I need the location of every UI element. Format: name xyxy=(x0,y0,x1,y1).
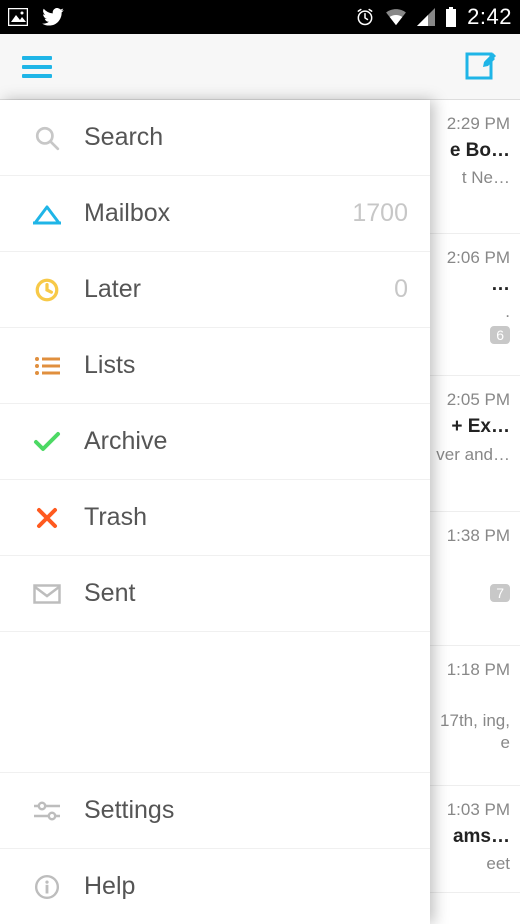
sidebar-item-mailbox[interactable]: Mailbox 1700 xyxy=(0,176,430,252)
email-row: 1:38 PM 7 xyxy=(430,512,520,646)
sidebar-item-trash[interactable]: Trash xyxy=(0,480,430,556)
email-title: + Ex… xyxy=(434,416,510,438)
sidebar-item-later[interactable]: Later 0 xyxy=(0,252,430,328)
email-count-badge: 6 xyxy=(490,326,510,344)
info-icon xyxy=(32,874,62,900)
email-snippet: 17th, ing, e xyxy=(434,710,510,754)
wifi-icon xyxy=(385,8,407,26)
mailbox-icon xyxy=(32,203,62,225)
sidebar-item-settings[interactable]: Settings xyxy=(0,772,430,848)
status-left-icons xyxy=(8,8,64,26)
email-title: ams… xyxy=(434,826,510,848)
sidebar-item-label: Settings xyxy=(84,796,408,825)
email-time: 1:03 PM xyxy=(434,800,510,820)
email-time: 1:18 PM xyxy=(434,660,510,680)
compose-button[interactable] xyxy=(464,47,498,86)
sidebar-item-label: Sent xyxy=(84,579,408,608)
sidebar-item-count: 1700 xyxy=(352,199,408,228)
menu-icon[interactable] xyxy=(22,56,52,78)
android-status-bar: 2:42 xyxy=(0,0,520,34)
twitter-icon xyxy=(42,8,64,26)
x-icon xyxy=(32,506,62,530)
email-row: 2:29 PM e Bo… t Ne… xyxy=(430,100,520,234)
email-row: 1:03 PM ams… eet xyxy=(430,786,520,893)
sidebar-item-label: Lists xyxy=(84,351,408,380)
sidebar-item-count: 0 xyxy=(394,275,408,304)
sidebar-item-label: Search xyxy=(84,123,408,152)
sliders-icon xyxy=(32,801,62,821)
battery-icon xyxy=(445,7,457,27)
email-row: 2:06 PM … . 6 xyxy=(430,234,520,376)
email-title: e Bo… xyxy=(434,140,510,162)
email-row: 1:18 PM 17th, ing, e xyxy=(430,646,520,786)
sidebar-item-sent[interactable]: Sent xyxy=(0,556,430,632)
email-row: 2:05 PM + Ex… ver and… xyxy=(430,376,520,512)
email-time: 2:06 PM xyxy=(434,248,510,268)
sidebar-item-help[interactable]: Help xyxy=(0,848,430,924)
alarm-icon xyxy=(355,7,375,27)
email-list-peek: 2:29 PM e Bo… t Ne… 2:06 PM … . 6 2:05 P… xyxy=(430,100,520,924)
sidebar-item-label: Mailbox xyxy=(84,199,352,228)
email-time: 2:05 PM xyxy=(434,390,510,410)
sidebar-item-archive[interactable]: Archive xyxy=(0,404,430,480)
clock-icon xyxy=(32,277,62,303)
signal-icon xyxy=(417,8,435,26)
email-snippet: ver and… xyxy=(434,444,510,466)
email-time: 2:29 PM xyxy=(434,114,510,134)
email-snippet: . xyxy=(434,302,510,322)
sidebar-item-label: Archive xyxy=(84,427,408,456)
sidebar-item-label: Help xyxy=(84,872,408,901)
sidebar-item-label: Later xyxy=(84,275,394,304)
navigation-drawer: Search Mailbox 1700 Later 0 xyxy=(0,100,430,924)
sidebar-item-lists[interactable]: Lists xyxy=(0,328,430,404)
sidebar-item-search[interactable]: Search xyxy=(0,100,430,176)
sidebar-item-label: Trash xyxy=(84,503,408,532)
email-snippet: t Ne… xyxy=(434,168,510,188)
email-time: 1:38 PM xyxy=(434,526,510,546)
gallery-icon xyxy=(8,8,28,26)
email-title: … xyxy=(434,274,510,296)
search-icon xyxy=(32,125,62,151)
check-icon xyxy=(32,431,62,453)
status-time: 2:42 xyxy=(467,4,512,30)
list-icon xyxy=(32,356,62,376)
status-right-icons: 2:42 xyxy=(355,4,512,30)
envelope-icon xyxy=(32,584,62,604)
email-snippet: eet xyxy=(434,854,510,874)
app-toolbar xyxy=(0,34,520,100)
email-count-badge: 7 xyxy=(490,584,510,602)
